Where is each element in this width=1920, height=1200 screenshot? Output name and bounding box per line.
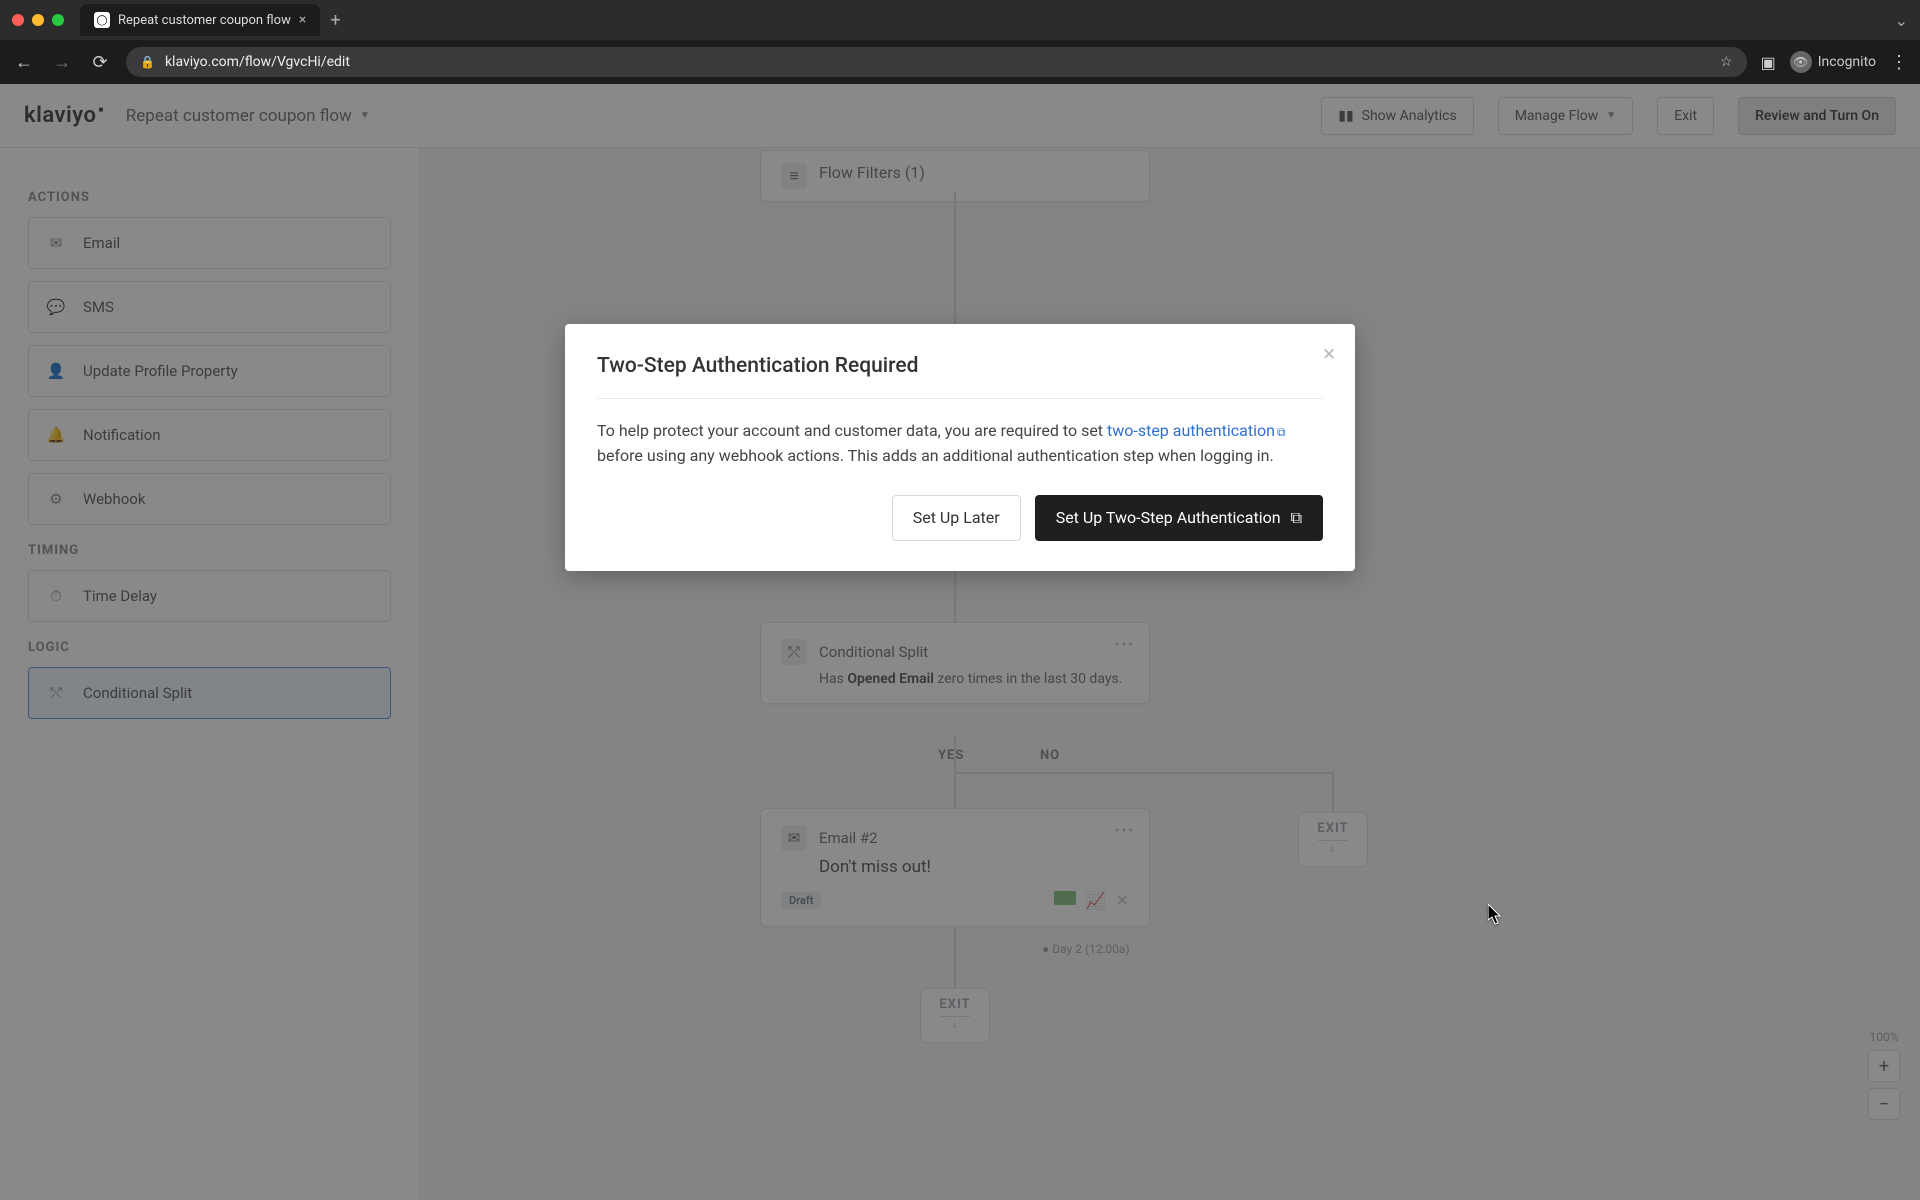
link-text: two-step authentication (1107, 421, 1275, 440)
address-bar[interactable]: 🔒 klaviyo.com/flow/VgvcHi/edit ☆ (126, 47, 1747, 77)
toolbar-right: ▣ 👁 Incognito ⋮ (1761, 51, 1908, 73)
browser-tab[interactable]: ◯ Repeat customer coupon flow × (80, 4, 320, 36)
url-text: klaviyo.com/flow/VgvcHi/edit (165, 54, 1710, 70)
app-root: klaviyo Repeat customer coupon flow ▼ ▮▮… (0, 84, 1920, 1200)
set-up-later-button[interactable]: Set Up Later (892, 495, 1021, 541)
modal-title: Two-Step Authentication Required (597, 354, 1323, 378)
window-maximize[interactable] (52, 14, 64, 26)
window-controls (12, 14, 64, 26)
mouse-cursor (1488, 904, 1504, 926)
modal-body-after: before using any webhook actions. This a… (597, 446, 1274, 465)
window-minimize[interactable] (32, 14, 44, 26)
browser-menu-icon[interactable]: ⋮ (1890, 52, 1908, 73)
set-up-two-step-label: Set Up Two-Step Authentication (1056, 508, 1281, 527)
two-step-auth-modal: × Two-Step Authentication Required To he… (565, 324, 1355, 571)
incognito-icon: 👁 (1790, 51, 1812, 73)
browser-toolbar: ← → ⟳ 🔒 klaviyo.com/flow/VgvcHi/edit ☆ ▣… (0, 40, 1920, 84)
extensions-icon[interactable]: ▣ (1761, 53, 1776, 72)
set-up-later-label: Set Up Later (913, 508, 1000, 527)
back-button[interactable]: ← (12, 52, 36, 73)
lock-icon: 🔒 (140, 55, 155, 69)
tab-overflow-icon[interactable]: ⌄ (1895, 11, 1908, 30)
two-step-auth-link[interactable]: two-step authentication⧉ (1107, 421, 1286, 440)
browser-tab-strip: ◯ Repeat customer coupon flow × + ⌄ (0, 0, 1920, 40)
incognito-indicator[interactable]: 👁 Incognito (1790, 51, 1876, 73)
modal-body-before: To help protect your account and custome… (597, 421, 1107, 440)
new-tab-button[interactable]: + (330, 10, 340, 31)
modal-close-button[interactable]: × (1323, 342, 1335, 367)
bookmark-star-icon[interactable]: ☆ (1720, 54, 1733, 70)
set-up-two-step-button[interactable]: Set Up Two-Step Authentication ⧉ (1035, 495, 1323, 541)
external-link-icon: ⧉ (1277, 423, 1286, 442)
incognito-label: Incognito (1818, 54, 1876, 70)
forward-button[interactable]: → (50, 52, 74, 73)
modal-body: To help protect your account and custome… (597, 419, 1323, 469)
window-close[interactable] (12, 14, 24, 26)
reload-button[interactable]: ⟳ (88, 52, 112, 73)
tab-title: Repeat customer coupon flow (118, 13, 291, 28)
tab-favicon-icon: ◯ (94, 12, 110, 28)
modal-backdrop[interactable] (0, 84, 1920, 1200)
external-link-icon: ⧉ (1291, 508, 1302, 528)
tab-close-icon[interactable]: × (299, 12, 306, 28)
